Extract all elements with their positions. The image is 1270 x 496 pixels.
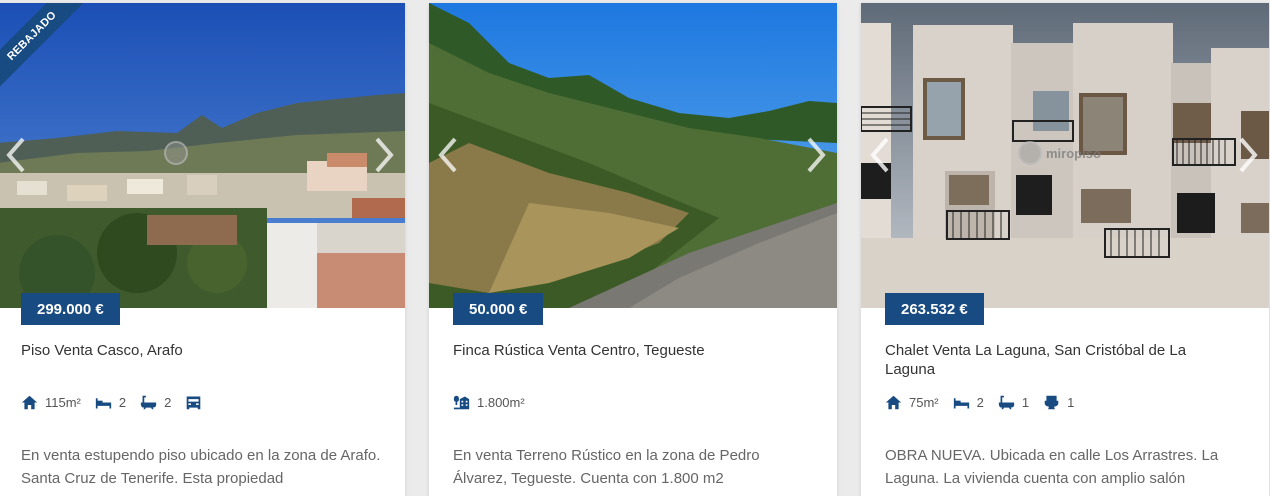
bathtub-icon [140,395,157,410]
land-icon [453,395,470,410]
feature-bathrooms: 1 [998,394,1029,411]
listing-title[interactable]: Piso Venta Casco, Arafo [21,341,371,360]
bed-icon [953,398,969,409]
feature-land-area: 1.800m² [453,394,525,411]
feature-value: 115m² [45,395,81,410]
listing-description: En venta estupendo piso ubicado en la zo… [21,447,381,487]
feature-bedrooms: 2 [953,394,984,411]
listing-description: OBRA NUEVA. Ubicada en calle Los Arrastr… [885,447,1219,487]
feature-value: 2 [118,395,127,410]
feature-value: 75m² [909,395,939,410]
feature-area: 115m² [21,394,81,411]
features-row: 75m² 2 1 1 [885,394,1088,411]
feature-bathrooms: 2 [140,394,171,411]
feature-value: 2 [164,395,172,410]
house-icon [21,395,38,410]
listing-card[interactable]: miropiso 263.532 € Chalet Venta La Lagun… [861,3,1269,496]
chevron-left-icon [870,137,889,173]
feature-garage [185,394,209,411]
toilet-icon [1044,395,1059,410]
listing-photo[interactable]: miropiso [861,3,1269,308]
price-tag: 50.000 € [453,293,544,325]
feature-toilets: 1 [1043,394,1074,411]
previous-photo-button[interactable] [433,133,463,177]
price-tag: 263.532 € [885,293,984,325]
chevron-left-icon [438,137,457,173]
feature-value: 1.800m² [477,395,525,410]
chevron-left-icon [6,137,25,173]
previous-photo-button[interactable] [1,133,31,177]
features-row: 115m² 2 2 [21,394,223,411]
listing-title[interactable]: Chalet Venta La Laguna, San Cristóbal de… [885,341,1235,379]
listing-title[interactable]: Finca Rústica Venta Centro, Tegueste [453,341,803,360]
house-icon [885,395,902,410]
price-tag: 299.000 € [21,293,120,325]
feature-area: 75m² [885,394,939,411]
listing-photo[interactable] [429,3,837,308]
feature-value: 1 [1021,395,1030,410]
feature-value: 1 [1067,395,1075,410]
features-row: 1.800m² [453,394,539,411]
bed-icon [95,398,112,409]
watermark-logo: miropiso [1018,141,1101,165]
listing-card[interactable]: 50.000 € Finca Rústica Venta Centro, Teg… [429,3,837,496]
next-photo-button[interactable] [1233,133,1263,177]
watermark-logo [164,141,188,165]
listing-description: En venta Terreno Rústico en la zona de P… [453,447,760,487]
listing-card[interactable]: REBAJADO 299.000 € Piso Venta Casco, Ara… [0,3,405,496]
feature-bedrooms: 2 [95,394,126,411]
next-photo-button[interactable] [369,133,399,177]
bathtub-icon [998,395,1015,410]
chevron-right-icon [807,137,826,173]
feature-value: 2 [976,395,984,410]
chevron-right-icon [375,137,394,173]
next-photo-button[interactable] [801,133,831,177]
listing-photo[interactable]: REBAJADO [0,3,405,308]
chevron-right-icon [1239,137,1258,173]
previous-photo-button[interactable] [865,133,895,177]
garage-icon [187,396,201,410]
